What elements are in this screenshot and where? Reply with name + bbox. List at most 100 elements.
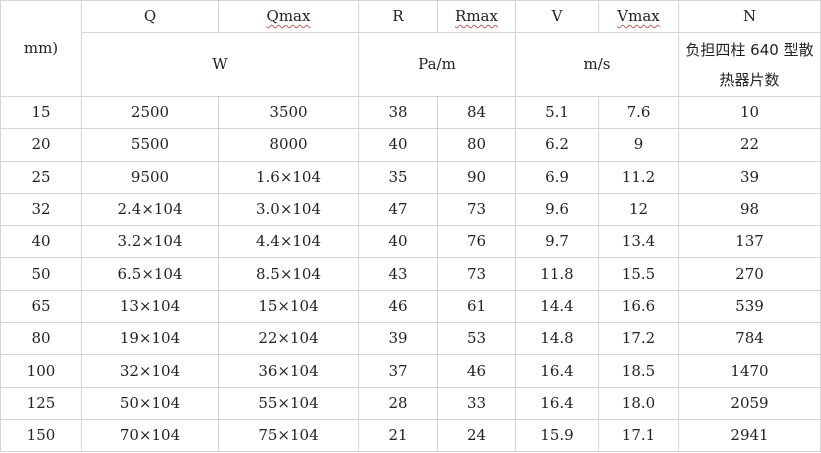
cell-vmax: 18.0	[598, 386, 679, 420]
cell-rmax: 46	[437, 354, 516, 388]
unit-pa: Pa/m	[358, 32, 516, 97]
cell-vmax: 15.5	[598, 257, 679, 291]
cell-v: 14.8	[515, 322, 599, 356]
table-row: 25 9500 1.6×104 35 90 6.9 11.2 39	[0, 160, 821, 194]
cell-qmax: 75×104	[218, 418, 359, 453]
table-row: 20 5500 8000 40 80 6.2 9 22	[0, 128, 821, 162]
cell-n: 10	[678, 95, 821, 130]
header-q: Q	[81, 0, 219, 33]
cell-diameter: 150	[0, 418, 82, 453]
cell-r: 38	[358, 95, 438, 130]
cell-rmax: 84	[437, 95, 516, 130]
cell-qmax: 8000	[218, 128, 359, 162]
cell-q: 3.2×104	[81, 225, 219, 259]
table-row: 50 6.5×104 8.5×104 43 73 11.8 15.5 270	[0, 257, 821, 291]
cell-qmax: 4.4×104	[218, 225, 359, 259]
cell-n: 39	[678, 160, 821, 194]
cell-q: 2.4×104	[81, 192, 219, 227]
cell-rmax: 76	[437, 225, 516, 259]
cell-rmax: 61	[437, 289, 516, 324]
pipe-flow-table: mm) Q Qmax R Rmax V Vmax N W Pa/m m/s 负担…	[0, 0, 821, 453]
cell-vmax: 12	[598, 192, 679, 227]
cell-qmax: 3.0×104	[218, 192, 359, 227]
cell-r: 40	[358, 128, 438, 162]
table-row: 32 2.4×104 3.0×104 47 73 9.6 12 98	[0, 192, 821, 227]
cell-q: 2500	[81, 95, 219, 130]
cell-vmax: 17.2	[598, 322, 679, 356]
cell-qmax: 22×104	[218, 322, 359, 356]
cell-qmax: 15×104	[218, 289, 359, 324]
cell-qmax: 1.6×104	[218, 160, 359, 194]
cell-v: 16.4	[515, 386, 599, 420]
cell-q: 5500	[81, 128, 219, 162]
cell-r: 40	[358, 225, 438, 259]
cell-n: 784	[678, 322, 821, 356]
cell-q: 50×104	[81, 386, 219, 420]
cell-rmax: 73	[437, 192, 516, 227]
cell-qmax: 36×104	[218, 354, 359, 388]
cell-r: 28	[358, 386, 438, 420]
cell-vmax: 18.5	[598, 354, 679, 388]
unit-ms: m/s	[515, 32, 679, 97]
cell-r: 21	[358, 418, 438, 453]
cell-qmax: 8.5×104	[218, 257, 359, 291]
cell-diameter: 80	[0, 322, 82, 356]
cell-diameter: 65	[0, 289, 82, 324]
cell-v: 11.8	[515, 257, 599, 291]
cell-r: 43	[358, 257, 438, 291]
cell-diameter: 32	[0, 192, 82, 227]
cell-n: 137	[678, 225, 821, 259]
cell-q: 32×104	[81, 354, 219, 388]
cell-n: 2059	[678, 386, 821, 420]
table-row: 65 13×104 15×104 46 61 14.4 16.6 539	[0, 289, 821, 324]
cell-rmax: 53	[437, 322, 516, 356]
table-row: 100 32×104 36×104 37 46 16.4 18.5 1470	[0, 354, 821, 388]
cell-v: 15.9	[515, 418, 599, 453]
cell-diameter: 125	[0, 386, 82, 420]
header-diameter: mm)	[0, 0, 82, 97]
table-row: 80 19×104 22×104 39 53 14.8 17.2 784	[0, 322, 821, 356]
cell-vmax: 9	[598, 128, 679, 162]
cell-r: 47	[358, 192, 438, 227]
cell-rmax: 80	[437, 128, 516, 162]
cell-vmax: 17.1	[598, 418, 679, 453]
cell-rmax: 73	[437, 257, 516, 291]
cell-q: 6.5×104	[81, 257, 219, 291]
cell-qmax: 3500	[218, 95, 359, 130]
cell-r: 35	[358, 160, 438, 194]
cell-qmax: 55×104	[218, 386, 359, 420]
cell-v: 9.6	[515, 192, 599, 227]
cell-r: 37	[358, 354, 438, 388]
table-row: 15 2500 3500 38 84 5.1 7.6 10	[0, 95, 821, 130]
header-n: N	[678, 0, 821, 33]
cell-v: 14.4	[515, 289, 599, 324]
table-row: 125 50×104 55×104 28 33 16.4 18.0 2059	[0, 386, 821, 420]
cell-n: 2941	[678, 418, 821, 453]
cell-vmax: 16.6	[598, 289, 679, 324]
cell-diameter: 15	[0, 95, 82, 130]
header-row-units: W Pa/m m/s 负担四柱 640 型散热器片数	[1, 32, 821, 97]
cell-v: 16.4	[515, 354, 599, 388]
cell-diameter: 100	[0, 354, 82, 388]
cell-v: 6.9	[515, 160, 599, 194]
table-row: 150 70×104 75×104 21 24 15.9 17.1 2941	[0, 418, 821, 453]
cell-rmax: 24	[437, 418, 516, 453]
cell-n: 270	[678, 257, 821, 291]
cell-vmax: 7.6	[598, 95, 679, 130]
header-rmax-text: Rmax	[455, 7, 498, 25]
cell-v: 9.7	[515, 225, 599, 259]
table-row: 40 3.2×104 4.4×104 40 76 9.7 13.4 137	[0, 225, 821, 259]
cell-diameter: 50	[0, 257, 82, 291]
unit-w: W	[81, 32, 359, 97]
header-r: R	[358, 0, 438, 33]
header-vmax-text: Vmax	[617, 7, 660, 25]
header-vmax: Vmax	[598, 0, 679, 33]
cell-n: 98	[678, 192, 821, 227]
cell-v: 6.2	[515, 128, 599, 162]
cell-q: 13×104	[81, 289, 219, 324]
cell-vmax: 11.2	[598, 160, 679, 194]
cell-rmax: 90	[437, 160, 516, 194]
cell-diameter: 25	[0, 160, 82, 194]
cell-diameter: 40	[0, 225, 82, 259]
header-row-symbols: mm) Q Qmax R Rmax V Vmax N	[0, 0, 821, 97]
